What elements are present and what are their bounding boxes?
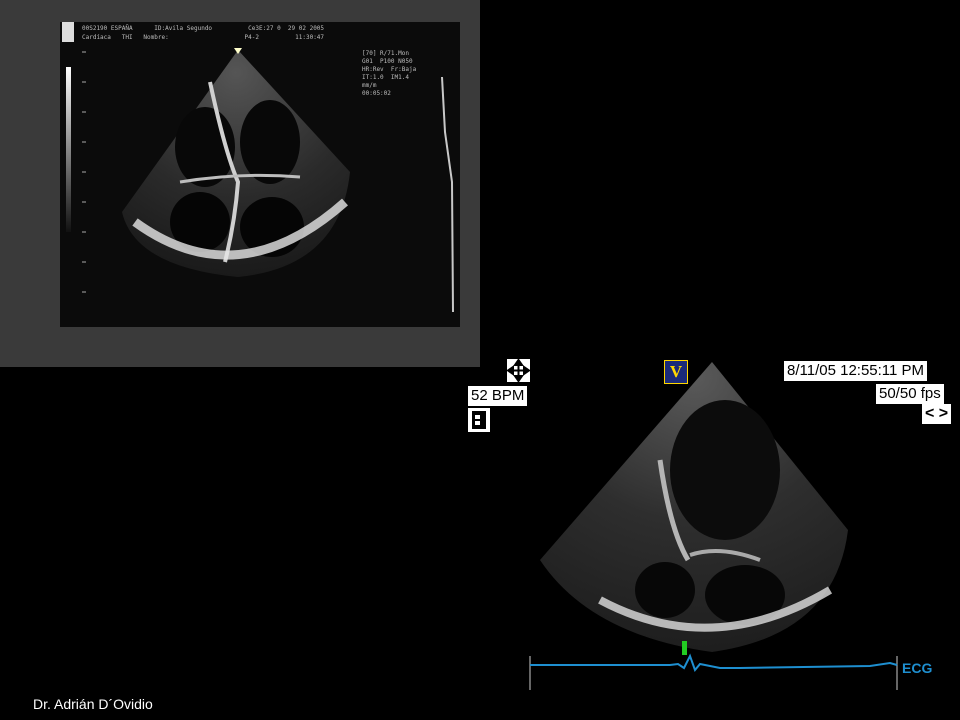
- top-echo-image: 00S2190 ESPAÑA ID:Avila Segundo Ce3E:27 …: [0, 0, 480, 367]
- ecg-label: ECG: [902, 660, 933, 676]
- heart-rate-readout: 52 BPM: [468, 386, 528, 406]
- cine-icon[interactable]: [468, 408, 490, 432]
- author-credit: Dr. Adrián D´Ovidio: [33, 696, 153, 712]
- frame-rate-readout: 50/50 fps: [876, 384, 944, 404]
- v-logo-badge: V: [664, 360, 688, 384]
- top-settings-panel: [70] R/71.Mon G01 P100 N050 HR:Rev Fr:Ba…: [362, 50, 417, 97]
- date-time-readout: 8/11/05 12:55:11 PM: [784, 361, 928, 381]
- frame-nav-arrows[interactable]: < >: [922, 404, 952, 424]
- top-echo-screen: 00S2190 ESPAÑA ID:Avila Segundo Ce3E:27 …: [60, 22, 460, 327]
- move-arrows-icon[interactable]: [506, 358, 531, 383]
